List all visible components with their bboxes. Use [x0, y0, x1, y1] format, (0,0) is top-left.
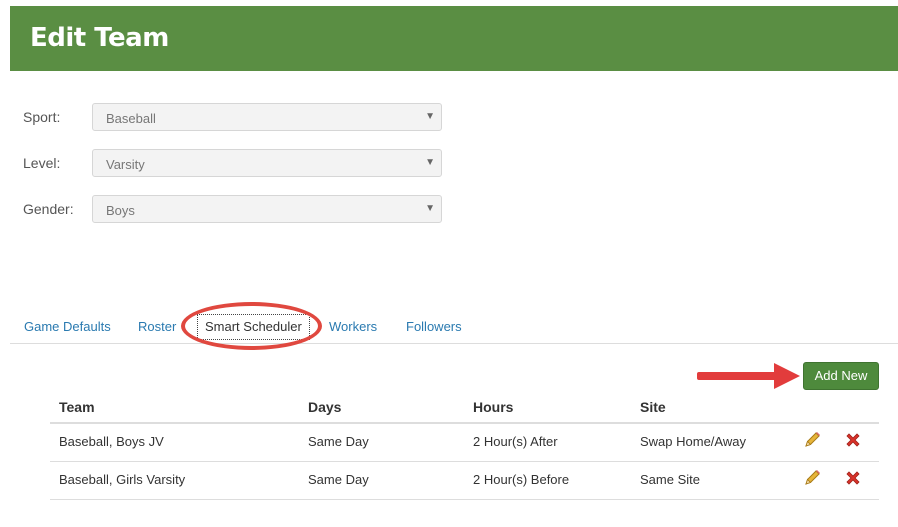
pencil-icon[interactable]	[802, 468, 822, 488]
page-title: Edit Team	[30, 23, 169, 53]
team-cell: Baseball, Girls Varsity	[59, 472, 186, 487]
arrow-annotation-head	[774, 363, 800, 389]
tab-bar: Game Defaults Roster Smart Scheduler Wor…	[10, 310, 898, 344]
level-value: Varsity	[106, 157, 145, 172]
arrow-annotation-line	[697, 372, 777, 380]
days-cell: Same Day	[308, 434, 369, 449]
hours-cell: 2 Hour(s) Before	[473, 472, 570, 487]
table-row: Baseball, Girls Varsity Same Day 2 Hour(…	[50, 462, 879, 500]
caret-down-icon: ▼	[425, 203, 435, 214]
gender-label: Gender:	[23, 201, 74, 217]
tab-game-defaults[interactable]: Game Defaults	[24, 319, 111, 334]
level-label: Level:	[23, 155, 61, 171]
tab-followers[interactable]: Followers	[406, 319, 462, 334]
table-header: Team Days Hours Site	[50, 390, 879, 424]
gender-value: Boys	[106, 203, 135, 218]
add-new-button[interactable]: Add New	[803, 362, 879, 390]
column-header-site: Site	[640, 399, 666, 415]
column-header-hours: Hours	[473, 399, 514, 415]
delete-x-icon[interactable]	[843, 468, 863, 488]
delete-x-icon[interactable]	[843, 430, 863, 450]
sport-select[interactable]: Baseball ▼	[92, 103, 442, 131]
caret-down-icon: ▼	[425, 157, 435, 168]
pencil-icon[interactable]	[802, 430, 822, 450]
hours-cell: 2 Hour(s) After	[473, 434, 558, 449]
highlight-oval-annotation	[181, 302, 322, 350]
tab-roster[interactable]: Roster	[138, 319, 176, 334]
sport-label: Sport:	[23, 109, 61, 125]
days-cell: Same Day	[308, 472, 369, 487]
column-header-team: Team	[59, 399, 95, 415]
gender-row: Gender: Boys ▼	[23, 195, 443, 223]
gender-select[interactable]: Boys ▼	[92, 195, 442, 223]
page-header: Edit Team	[10, 6, 898, 71]
table-row: Baseball, Boys JV Same Day 2 Hour(s) Aft…	[50, 424, 879, 462]
sport-row: Sport: Baseball ▼	[23, 103, 443, 131]
site-cell: Swap Home/Away	[640, 434, 746, 449]
caret-down-icon: ▼	[425, 111, 435, 122]
site-cell: Same Site	[640, 472, 700, 487]
level-row: Level: Varsity ▼	[23, 149, 443, 177]
tab-workers[interactable]: Workers	[329, 319, 377, 334]
sport-value: Baseball	[106, 111, 156, 126]
level-select[interactable]: Varsity ▼	[92, 149, 442, 177]
column-header-days: Days	[308, 399, 342, 415]
team-cell: Baseball, Boys JV	[59, 434, 164, 449]
